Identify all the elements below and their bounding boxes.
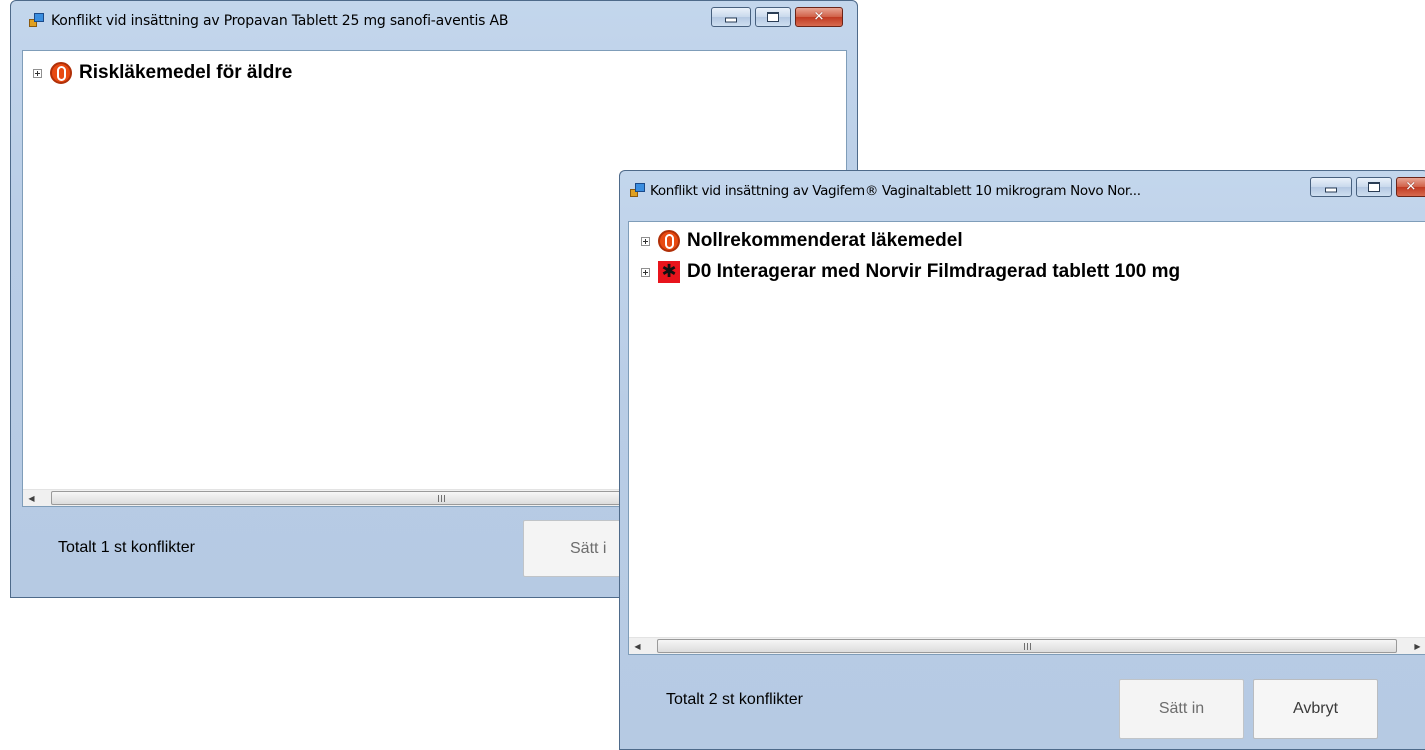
expand-icon[interactable] [641, 267, 650, 277]
zero-recommendation-icon [50, 62, 72, 84]
scroll-right-arrow-icon[interactable]: ▶ [1409, 638, 1425, 654]
tree-item[interactable]: Nollrekommenderat läkemedel [641, 229, 963, 253]
conflict-count-label: Totalt 2 st konflikter [666, 691, 803, 708]
maximize-icon [767, 12, 779, 22]
conflict-count-label: Totalt 1 st konflikter [58, 539, 195, 556]
cancel-button[interactable]: Avbryt [1253, 679, 1378, 739]
minimize-icon [725, 17, 737, 23]
tree-item-label: D0 Interagerar med Norvir Filmdragerad t… [687, 261, 1181, 282]
tree-item-label: Riskläkemedel för äldre [79, 62, 293, 83]
title-bar[interactable]: Konflikt vid insättning av Propavan Tabl… [11, 1, 857, 41]
conflict-tree[interactable]: Nollrekommenderat läkemedel ✱ D0 Interag… [628, 221, 1425, 655]
maximize-button[interactable] [755, 7, 791, 27]
scrollbar-grip-icon [1023, 642, 1031, 650]
window-title: Konflikt vid insättning av Propavan Tabl… [51, 13, 509, 29]
scrollbar-grip-icon [437, 494, 445, 502]
close-button[interactable]: ✕ [1396, 177, 1425, 197]
window-title: Konflikt vid insättning av Vagifem® Vagi… [650, 183, 1141, 199]
app-icon [29, 13, 44, 27]
scroll-left-arrow-icon[interactable]: ◀ [629, 638, 646, 654]
title-bar[interactable]: Konflikt vid insättning av Vagifem® Vagi… [620, 171, 1425, 211]
close-icon: ✕ [813, 9, 825, 25]
tree-item[interactable]: Riskläkemedel för äldre [33, 61, 292, 85]
minimize-icon [1325, 187, 1337, 193]
tree-item-label: Nollrekommenderat läkemedel [687, 230, 963, 251]
horizontal-scrollbar[interactable]: ◀ ▶ [629, 637, 1425, 654]
app-icon [630, 183, 645, 197]
conflict-dialog-vagifem: Konflikt vid insättning av Vagifem® Vagi… [619, 170, 1425, 750]
tree-item[interactable]: ✱ D0 Interagerar med Norvir Filmdragerad… [641, 260, 1180, 284]
minimize-button[interactable] [1310, 177, 1352, 197]
interaction-warning-icon: ✱ [658, 261, 680, 283]
expand-icon[interactable] [641, 236, 650, 246]
expand-icon[interactable] [33, 68, 42, 78]
maximize-icon [1368, 182, 1380, 192]
scrollbar-thumb[interactable] [657, 639, 1397, 653]
insert-button[interactable]: Sätt in [1119, 679, 1244, 739]
close-icon: ✕ [1405, 179, 1417, 195]
zero-recommendation-icon [658, 230, 680, 252]
maximize-button[interactable] [1356, 177, 1392, 197]
close-button[interactable]: ✕ [795, 7, 843, 27]
minimize-button[interactable] [711, 7, 751, 27]
scroll-left-arrow-icon[interactable]: ◀ [23, 490, 40, 506]
